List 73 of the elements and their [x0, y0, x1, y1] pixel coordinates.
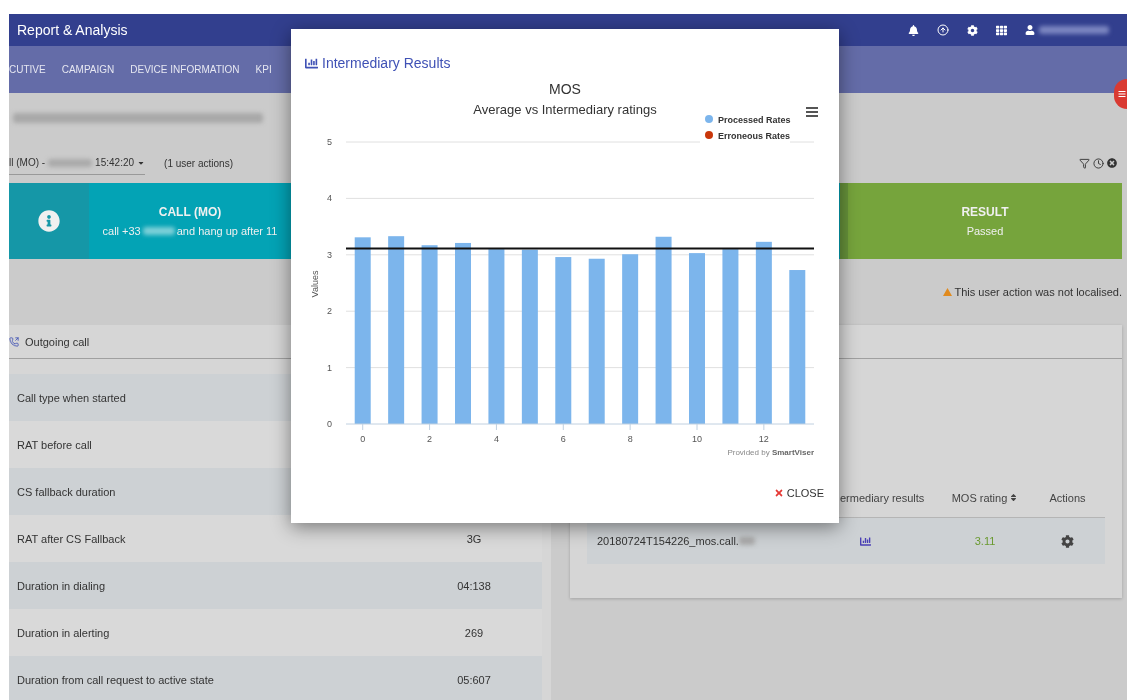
- app-title: Report & Analysis: [17, 22, 128, 38]
- chart-title: MOS: [549, 81, 581, 97]
- row-label: Duration from call request to active state: [17, 673, 214, 686]
- row-value: 05:607: [456, 673, 492, 686]
- redacted-text: [48, 158, 93, 167]
- axis-tick-label: 0: [360, 434, 366, 444]
- arrow-circle-icon[interactable]: [937, 24, 949, 36]
- action-select[interactable]: ll (MO) - 15:42:20: [9, 151, 146, 175]
- nav-tab[interactable]: DEVICE INFORMATION: [122, 64, 248, 75]
- call-title: CALL (MO): [158, 205, 222, 219]
- row-value: 269: [463, 626, 485, 639]
- sort-icon[interactable]: [1009, 493, 1019, 502]
- axis-tick-label: 5: [327, 137, 332, 147]
- filter-icon[interactable]: [1079, 157, 1090, 169]
- redacted-text: [142, 227, 175, 235]
- axis-tick-label: 3: [327, 249, 332, 260]
- column-header[interactable]: MOS rating: [940, 491, 1030, 504]
- axis-tick-label: 8: [627, 434, 633, 444]
- menu-fab[interactable]: [1114, 79, 1127, 109]
- bell-icon[interactable]: [908, 24, 919, 36]
- menu-icon[interactable]: [806, 107, 818, 117]
- axis-tick-label: 1: [327, 362, 332, 373]
- redacted-text: [1039, 26, 1109, 34]
- result-value: Passed: [966, 225, 1004, 237]
- nav-tab[interactable]: CAMPAIGN: [53, 64, 123, 75]
- info-icon: [38, 210, 60, 232]
- chart-icon: [305, 56, 318, 70]
- menu-icon: [1118, 90, 1126, 98]
- nav-tab[interactable]: KPI: [247, 64, 280, 75]
- axis-title: Values: [310, 270, 320, 298]
- row-label: Duration in alerting: [17, 626, 110, 639]
- settings-icon[interactable]: [967, 24, 978, 36]
- phone-icon: [9, 336, 19, 347]
- warning-text: This user action was not localised.: [943, 286, 1122, 298]
- row-label: Call type when started: [17, 391, 126, 404]
- chart-credit[interactable]: Provided by SmartViser: [727, 448, 814, 457]
- axis-tick-label: 2: [427, 434, 433, 444]
- call-text: call +33: [102, 225, 141, 237]
- user-actions-count: (1 user actions): [164, 157, 233, 169]
- axis-tick-label: 10: [692, 434, 702, 444]
- dialog-title: Intermediary Results: [322, 55, 451, 71]
- axis-tick-label: 12: [758, 434, 769, 444]
- row-value: 3G: [465, 532, 483, 545]
- close-icon: [773, 488, 784, 498]
- column-header: ermediary results: [840, 491, 926, 504]
- warning-icon: [943, 288, 953, 296]
- settings-icon[interactable]: [1061, 534, 1074, 548]
- axis-tick-label: 0: [327, 419, 332, 429]
- mos-rating: 3.11: [973, 535, 997, 547]
- file-name: 20180724T154226_mos.call.: [587, 535, 840, 547]
- call-text: and hang up after 11: [176, 225, 278, 237]
- axis-tick-label: 4: [327, 193, 332, 204]
- grid-icon[interactable]: [996, 24, 1007, 36]
- chart-icon[interactable]: [860, 535, 871, 547]
- axis-tick-label: 4: [493, 434, 499, 444]
- user-icon[interactable]: [1025, 25, 1035, 35]
- column-header: Actions: [1048, 491, 1087, 504]
- row-label: Duration in dialing: [17, 579, 106, 592]
- row-label: RAT before call: [17, 438, 92, 451]
- redacted-text: [738, 537, 755, 545]
- nav-tab[interactable]: CUTIVE: [9, 64, 54, 75]
- result-title: RESULT: [961, 205, 1009, 219]
- legend-label[interactable]: Erroneous Rates: [718, 131, 791, 141]
- panel-title: Outgoing call: [25, 335, 90, 348]
- legend-label[interactable]: Processed Rates: [718, 115, 791, 125]
- row-label: CS fallback duration: [17, 485, 116, 498]
- row-label: RAT after CS Fallback: [17, 532, 126, 545]
- row-value: 04:138: [456, 579, 492, 592]
- chart-subtitle: Average vs Intermediary ratings: [473, 102, 657, 117]
- axis-tick-label: 2: [327, 306, 332, 317]
- clock-icon[interactable]: [1093, 157, 1104, 169]
- close-icon[interactable]: [1107, 158, 1117, 168]
- axis-tick-label: 6: [560, 434, 566, 444]
